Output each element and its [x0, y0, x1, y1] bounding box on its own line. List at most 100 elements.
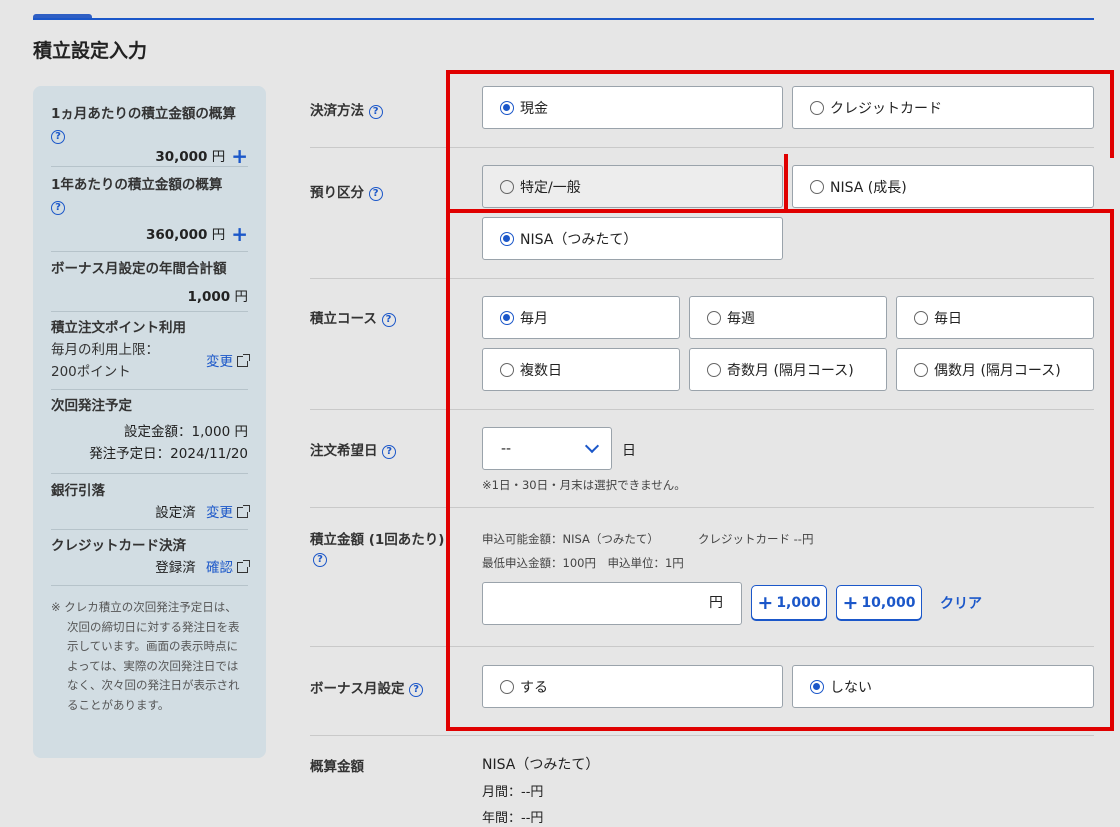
summary-sidebar: 1ヵ月あたりの積立金額の概算 ? 30,000 円 + 1年あたりの積立金額の概算… [33, 86, 266, 758]
course-option-even-months[interactable]: 偶数月 (隔月コース) [896, 348, 1094, 391]
account-option-nisa-growth[interactable]: NISA (成長) [792, 165, 1094, 208]
row-divider [310, 735, 1094, 736]
radio-selected-icon[interactable] [500, 100, 514, 115]
radio-selected-icon[interactable] [810, 679, 824, 694]
external-link-icon [237, 560, 250, 573]
course-option-multiple-days[interactable]: 複数日 [482, 348, 680, 391]
bonus-month-label: ボーナス月設定 ? [310, 677, 424, 697]
radio-icon[interactable] [707, 362, 721, 377]
expand-plus-icon[interactable]: + [231, 222, 248, 246]
credit-card-amount-text: クレジットカード --円 [698, 532, 814, 546]
radio-icon[interactable] [810, 179, 824, 194]
row-divider [310, 646, 1094, 647]
estimate-monthly: 月間：--円 [482, 785, 544, 800]
radio-icon[interactable] [810, 100, 824, 115]
radio-selected-icon[interactable] [500, 310, 514, 325]
radio-icon[interactable] [914, 362, 928, 377]
account-type-label: 預り区分 ? [310, 181, 383, 201]
expand-plus-icon[interactable]: + [231, 144, 248, 168]
account-option-tokutei[interactable]: 特定/一般 [482, 165, 783, 208]
help-icon[interactable]: ? [409, 683, 424, 697]
credit-status: 登録済 [155, 560, 196, 576]
tab-underline [33, 18, 1094, 20]
course-option-monthly[interactable]: 毎月 [482, 296, 680, 339]
next-order-summary: 次回発注予定 設定金額：1,000 円 発注予定日：2024/11/20 [51, 390, 248, 474]
clear-button[interactable]: クリア [940, 593, 982, 613]
radio-icon[interactable] [707, 310, 721, 325]
payment-option-credit-card[interactable]: クレジットカード [792, 86, 1094, 129]
radio-icon[interactable] [500, 179, 514, 194]
course-option-daily[interactable]: 毎日 [896, 296, 1094, 339]
credit-label: クレジットカード決済 [51, 538, 186, 554]
min-amount-text: 最低申込金額：100円 申込単位：1円 [482, 556, 684, 570]
points-label: 積立注文ポイント利用 [51, 320, 186, 336]
external-link-icon [237, 505, 250, 518]
available-amount-text: 申込可能金額：NISA（つみたて） [482, 532, 659, 546]
bonus-option-no[interactable]: しない [792, 665, 1094, 708]
bank-summary: 銀行引落 設定済 変更 [51, 474, 250, 530]
estimate-account: NISA（つみたて） [482, 757, 600, 773]
payment-option-cash[interactable]: 現金 [482, 86, 783, 129]
yearly-label: 1年あたりの積立金額の概算 [51, 177, 223, 193]
bank-change-link[interactable]: 変更 [206, 505, 250, 521]
yearly-summary: 1年あたりの積立金額の概算 ? 360,000 円 + [51, 167, 248, 252]
order-day-select[interactable]: -- [482, 427, 612, 470]
bonus-amount: 1,000 [187, 289, 231, 305]
add-10000-button[interactable]: +10,000 [836, 585, 922, 620]
amount-input[interactable]: 円 [482, 582, 742, 625]
help-icon[interactable]: ? [381, 313, 396, 327]
yen-unit: 円 [234, 289, 249, 305]
highlight-box-top-edge [784, 209, 1114, 213]
credit-summary: クレジットカード決済 登録済 確認 [51, 530, 250, 586]
bank-status: 設定済 [155, 505, 196, 521]
yearly-amount: 360,000 [145, 227, 208, 243]
highlight-box-bottom [446, 209, 1114, 731]
help-icon[interactable]: ? [51, 201, 65, 215]
help-icon[interactable]: ? [368, 105, 383, 119]
order-day-note: ※1日・30日・月末は選択できません。 [482, 478, 686, 492]
row-divider [310, 507, 1094, 508]
monthly-label: 1ヵ月あたりの積立金額の概算 [51, 106, 236, 122]
help-icon[interactable]: ? [51, 130, 65, 144]
bonus-label: ボーナス月設定の年間合計額 [51, 261, 227, 277]
estimate-yearly: 年間：--円 [482, 811, 544, 826]
monthly-amount: 30,000 [155, 149, 208, 165]
radio-icon[interactable] [914, 310, 928, 325]
plus-icon: + [757, 591, 774, 614]
help-icon[interactable]: ? [382, 445, 397, 459]
bonus-summary: ボーナス月設定の年間合計額 1,000 円 [51, 252, 248, 312]
external-link-icon [237, 354, 250, 367]
points-change-link[interactable]: 変更 [206, 350, 250, 370]
radio-selected-icon[interactable] [500, 231, 514, 246]
radio-icon[interactable] [500, 679, 514, 694]
highlight-box-left-edge [446, 154, 450, 214]
course-option-weekly[interactable]: 毎週 [689, 296, 887, 339]
course-option-odd-months[interactable]: 奇数月 (隔月コース) [689, 348, 887, 391]
monthly-summary: 1ヵ月あたりの積立金額の概算 ? 30,000 円 + [51, 86, 248, 167]
order-day-label: 注文希望日 ? [310, 439, 397, 459]
account-option-nisa-tsumitate[interactable]: NISA（つみたて） [482, 217, 783, 260]
yen-unit: 円 [211, 149, 226, 165]
credit-confirm-link[interactable]: 確認 [206, 560, 250, 576]
help-icon[interactable]: ? [368, 187, 383, 201]
row-divider [310, 147, 1094, 148]
radio-icon[interactable] [500, 362, 514, 377]
order-day-suffix: 日 [622, 443, 636, 459]
bank-label: 銀行引落 [51, 483, 105, 499]
row-divider [310, 409, 1094, 410]
credit-note: ※ クレカ積立の次回発注予定日は、次回の締切日に対する発注日を表示しています。画… [51, 600, 240, 712]
plus-icon: + [842, 591, 859, 614]
amount-label: 積立金額 (1回あたり) [310, 532, 445, 548]
next-order-label: 次回発注予定 [51, 398, 132, 414]
row-divider [310, 278, 1094, 279]
yen-unit: 円 [211, 227, 226, 243]
bonus-option-yes[interactable]: する [482, 665, 783, 708]
next-order-date: 発注予定日：2024/11/20 [89, 446, 248, 462]
yen-unit: 円 [709, 595, 723, 611]
estimate-label: 概算金額 [310, 759, 364, 775]
page-title: 積立設定入力 [33, 40, 148, 62]
add-1000-button[interactable]: +1,000 [751, 585, 827, 620]
course-label: 積立コース ? [310, 307, 396, 327]
help-icon[interactable]: ? [313, 553, 327, 567]
chevron-down-icon [584, 438, 600, 454]
